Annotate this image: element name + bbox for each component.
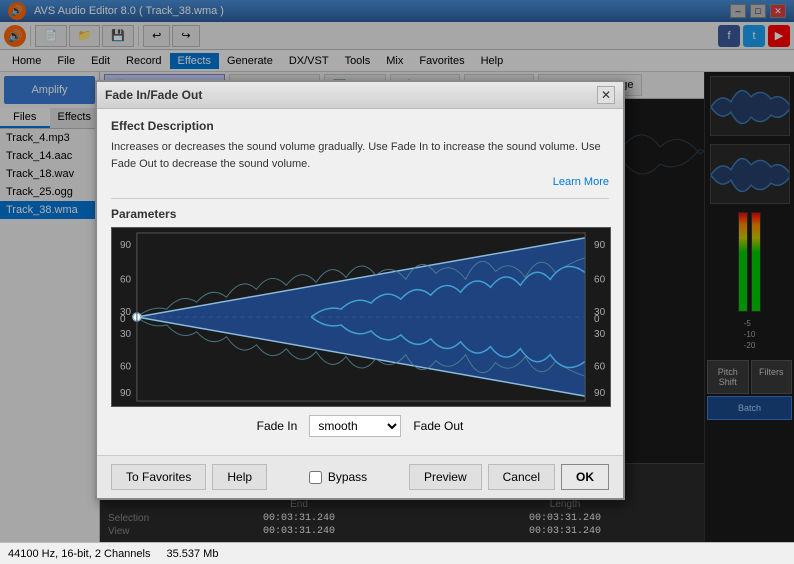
svg-text:30: 30 xyxy=(594,329,606,340)
status-size: 35.537 Mb xyxy=(166,548,218,560)
fade-controls: Fade In smooth linear exponential Fade O… xyxy=(111,407,609,445)
ok-button[interactable]: OK xyxy=(561,464,609,490)
cancel-button[interactable]: Cancel xyxy=(488,464,555,490)
effect-desc-title: Effect Description xyxy=(111,119,609,133)
fade-dialog: Fade In/Fade Out ✕ Effect Description In… xyxy=(95,80,625,500)
modal-titlebar: Fade In/Fade Out ✕ xyxy=(97,82,623,109)
fade-waveform-svg: 90 60 30 0 30 60 90 90 60 30 0 30 60 90 xyxy=(112,228,610,406)
svg-text:60: 60 xyxy=(594,361,606,372)
waveform-visualization: 90 60 30 0 30 60 90 90 60 30 0 30 60 90 xyxy=(111,227,611,407)
bypass-row: Bypass xyxy=(309,470,367,484)
svg-text:90: 90 xyxy=(594,388,606,399)
help-button[interactable]: Help xyxy=(212,464,267,490)
modal-overlay: Fade In/Fade Out ✕ Effect Description In… xyxy=(0,0,794,542)
preview-button[interactable]: Preview xyxy=(409,464,482,490)
svg-text:60: 60 xyxy=(120,361,132,372)
bypass-label: Bypass xyxy=(328,470,367,484)
status-info: 44100 Hz, 16-bit, 2 Channels xyxy=(8,548,150,560)
params-title: Parameters xyxy=(111,198,609,221)
svg-text:60: 60 xyxy=(120,274,132,285)
learn-more-link[interactable]: Learn More xyxy=(111,176,609,188)
svg-text:30: 30 xyxy=(120,329,132,340)
svg-text:90: 90 xyxy=(594,240,606,251)
modal-buttons: To Favorites Help Bypass Preview Cancel … xyxy=(97,455,623,498)
fade-in-label: Fade In xyxy=(257,419,298,433)
statusbar: 44100 Hz, 16-bit, 2 Channels 35.537 Mb xyxy=(0,542,794,564)
to-favorites-button[interactable]: To Favorites xyxy=(111,464,206,490)
svg-text:90: 90 xyxy=(120,240,132,251)
fade-type-dropdown[interactable]: smooth linear exponential xyxy=(309,415,401,437)
modal-close-button[interactable]: ✕ xyxy=(597,86,615,104)
modal-body: Effect Description Increases or decrease… xyxy=(97,109,623,455)
effect-desc-text: Increases or decreases the sound volume … xyxy=(111,139,609,172)
svg-text:0: 0 xyxy=(594,314,600,325)
svg-text:90: 90 xyxy=(120,388,132,399)
fade-out-label: Fade Out xyxy=(413,419,463,433)
svg-text:0: 0 xyxy=(120,314,126,325)
svg-text:60: 60 xyxy=(594,274,606,285)
bypass-checkbox[interactable] xyxy=(309,471,322,484)
modal-title: Fade In/Fade Out xyxy=(105,88,202,102)
